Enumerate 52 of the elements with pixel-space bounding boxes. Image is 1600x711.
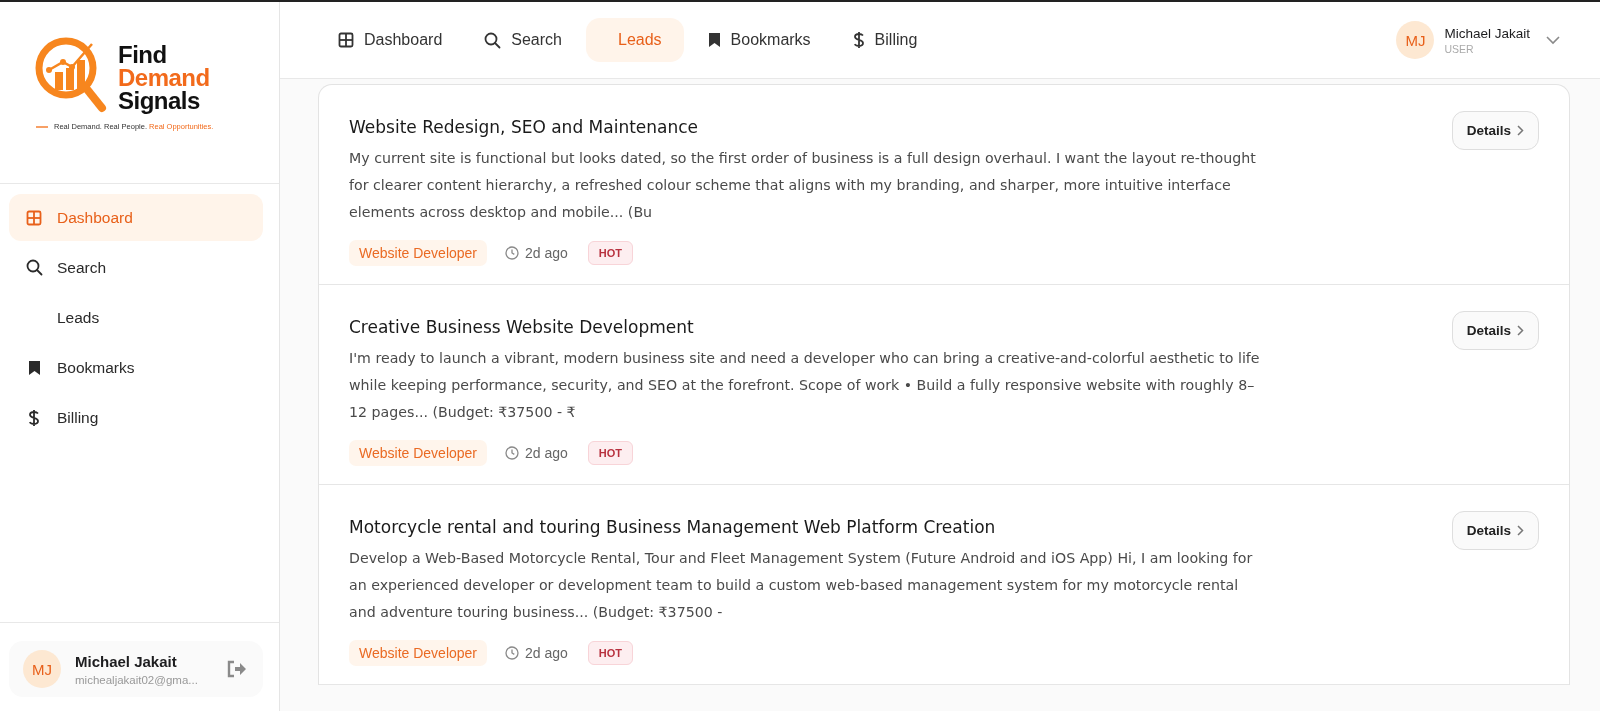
- logo-text: Demand: [118, 65, 210, 89]
- search-icon: [25, 259, 43, 276]
- nav-tab[interactable]: Billing: [834, 18, 936, 62]
- hot-badge: HOT: [587, 641, 634, 665]
- logo-text: Signals: [118, 88, 201, 112]
- details-button[interactable]: Details: [1451, 511, 1539, 550]
- sidebar-item[interactable]: Billing: [9, 394, 263, 441]
- lead-description: My current site is functional but looks dated, so the first order of business is a full design overhaul. I want the layout re-thought for clearer content hierarchy, a refreshed colour scheme that aligns with my branding, and sharper, more intuitive interface elements across desktop and mobile... (Bu: [349, 149, 1257, 222]
- nav-tab[interactable]: Dashboard: [320, 18, 461, 62]
- lead-title: Website Redesign, SEO and Maintenance: [349, 117, 700, 137]
- category-tag: Website Developer: [349, 640, 488, 666]
- dollar-icon: [852, 31, 865, 49]
- time-ago: 2d ago: [525, 445, 568, 461]
- time-ago: 2d ago: [525, 245, 568, 261]
- sidebar-item[interactable]: Search: [9, 244, 263, 291]
- sidebar-item[interactable]: Bookmarks: [9, 344, 263, 391]
- search-icon: [484, 31, 502, 49]
- sidebar-item[interactable]: Leads: [9, 294, 263, 341]
- time-ago: 2d ago: [525, 645, 568, 661]
- grid-icon: [26, 209, 42, 226]
- lead-description: I'm ready to launch a vibrant, modern business site and need a developer who can bring a creative-and-colorful aesthetic to life while keeping performance, security, and SEO at the forefront. Scope of work • Build a fully responsive website with roughly 8–12 pages... (Budget: ₹37500 - ₹: [349, 349, 1261, 422]
- clock-icon: [505, 646, 520, 660]
- hot-badge: HOT: [587, 241, 634, 265]
- user-name: Michael Jakait: [75, 652, 178, 670]
- bookmark-icon: [27, 359, 41, 376]
- user-avatar: MJ: [23, 650, 61, 688]
- hot-badge: HOT: [587, 441, 634, 465]
- category-tag: Website Developer: [349, 240, 488, 266]
- dollar-icon: [28, 408, 40, 427]
- user-email: michealjakait02@gma...: [75, 673, 199, 686]
- clock-icon: [505, 246, 520, 260]
- user-role: USER: [1444, 42, 1475, 55]
- category-tag: Website Developer: [349, 440, 488, 466]
- lead-description: Develop a Web-Based Motorcycle Rental, Tour and Fleet Management System (Future Android and iOS App) Hi, I am looking for an experienced developer or development team to build a custom web-based management system for my motorcycle rental and adventure touring business... (Budget: ₹37500 -: [349, 549, 1254, 622]
- nav-tab[interactable]: Search: [466, 18, 580, 62]
- grid-icon: [338, 32, 354, 48]
- clock-icon: [505, 446, 520, 460]
- user-name: Michael Jakait: [1444, 25, 1530, 41]
- nav-tab[interactable]: Bookmarks: [689, 18, 829, 62]
- user-avatar: MJ: [1396, 21, 1435, 59]
- logout-icon[interactable]: [227, 660, 247, 678]
- details-button[interactable]: Details: [1451, 311, 1539, 350]
- bookmark-icon: [707, 32, 721, 48]
- logo-text: Find: [118, 42, 168, 66]
- user-menu[interactable]: MJ Michael Jakait USER: [1396, 21, 1560, 59]
- lead-title: Creative Business Website Development: [349, 317, 695, 337]
- chevron-down-icon: [1546, 35, 1560, 45]
- chevron-right-icon: [1517, 125, 1524, 136]
- chevron-right-icon: [1517, 325, 1524, 336]
- lead-title: Motorcycle rental and touring Business Management Web Platform Creation: [349, 517, 997, 537]
- details-button[interactable]: Details: [1451, 111, 1539, 150]
- chevron-right-icon: [1517, 525, 1524, 536]
